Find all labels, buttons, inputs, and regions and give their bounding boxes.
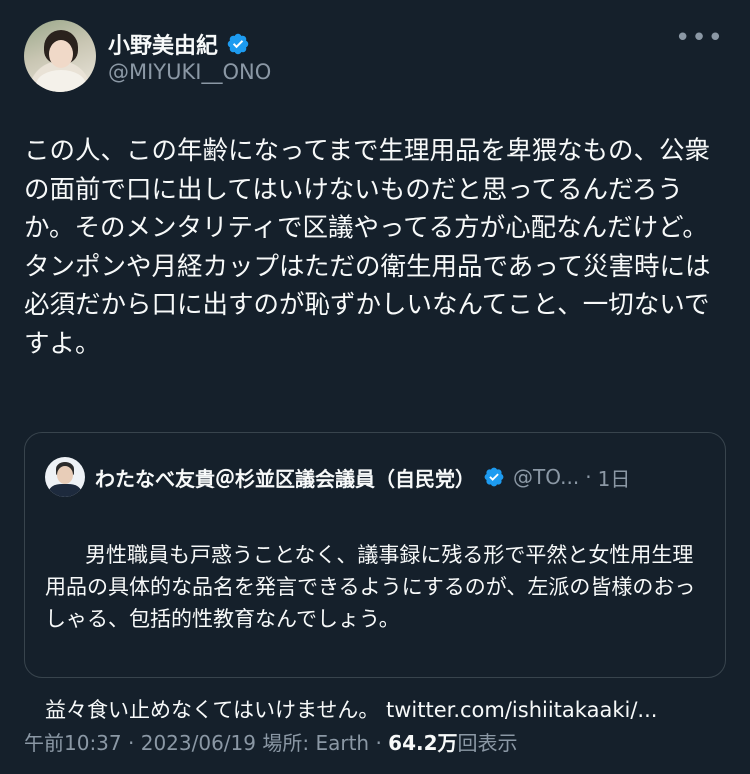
- quote-header: わたなべ友貴＠杉並区議会議員（自民党） @TO... · 1日: [45, 457, 630, 497]
- avatar-face: [49, 40, 73, 68]
- meta-separator: ·: [369, 731, 389, 755]
- views-label: 回表示: [457, 731, 518, 755]
- tweet-detail: 小野美由紀 @MIYUKI__ONO ••• この人、この年齢になってまで生理用…: [0, 0, 750, 774]
- quote-separator: ·: [585, 465, 592, 489]
- tweet-text: この人、この年齢になってまで生理用品を卑猥なもの、公衆の面前で口に出してはいけな…: [24, 136, 711, 359]
- author-avatar[interactable]: [24, 20, 96, 92]
- verified-badge-icon: [227, 33, 249, 55]
- avatar-body: [36, 70, 86, 92]
- author-display-name[interactable]: 小野美由紀: [108, 28, 218, 60]
- quote-author-avatar: [45, 457, 85, 497]
- tweet-meta: 午前10:37 · 2023/06/19 場所: Earth · 64.2万回表…: [24, 727, 518, 756]
- views-count: 64.2万: [388, 731, 458, 755]
- tweet-location: 場所: Earth: [256, 731, 370, 755]
- quote-avatar-suit: [49, 484, 81, 497]
- quote-text-link-line: 益々食い止めなくてはいけません。 twitter.com/ishiitakaak…: [45, 698, 658, 722]
- quote-timestamp: 1日: [597, 466, 631, 491]
- more-options-button[interactable]: •••: [675, 25, 724, 51]
- author-handle[interactable]: @MIYUKI__ONO: [108, 60, 271, 84]
- author-name-row: 小野美由紀: [108, 28, 250, 60]
- tweet-date[interactable]: 2023/06/19: [141, 731, 256, 755]
- quote-tweet-card[interactable]: わたなべ友貴＠杉並区議会議員（自民党） @TO... · 1日 男性職員も戸惑う…: [24, 432, 726, 722]
- tweet-time[interactable]: 午前10:37: [24, 731, 122, 755]
- quote-author-name: わたなべ友貴＠杉並区議会議員（自民党）: [95, 466, 475, 491]
- quote-author-handle: @TO...: [513, 465, 580, 489]
- verified-badge-icon: [484, 467, 504, 487]
- quote-text: 男性職員も戸惑うことなく、議事録に残る形で平然と女性用生理用品の具体的な品名を発…: [45, 543, 696, 631]
- meta-separator: ·: [121, 731, 141, 755]
- quote-avatar-face: [57, 466, 73, 484]
